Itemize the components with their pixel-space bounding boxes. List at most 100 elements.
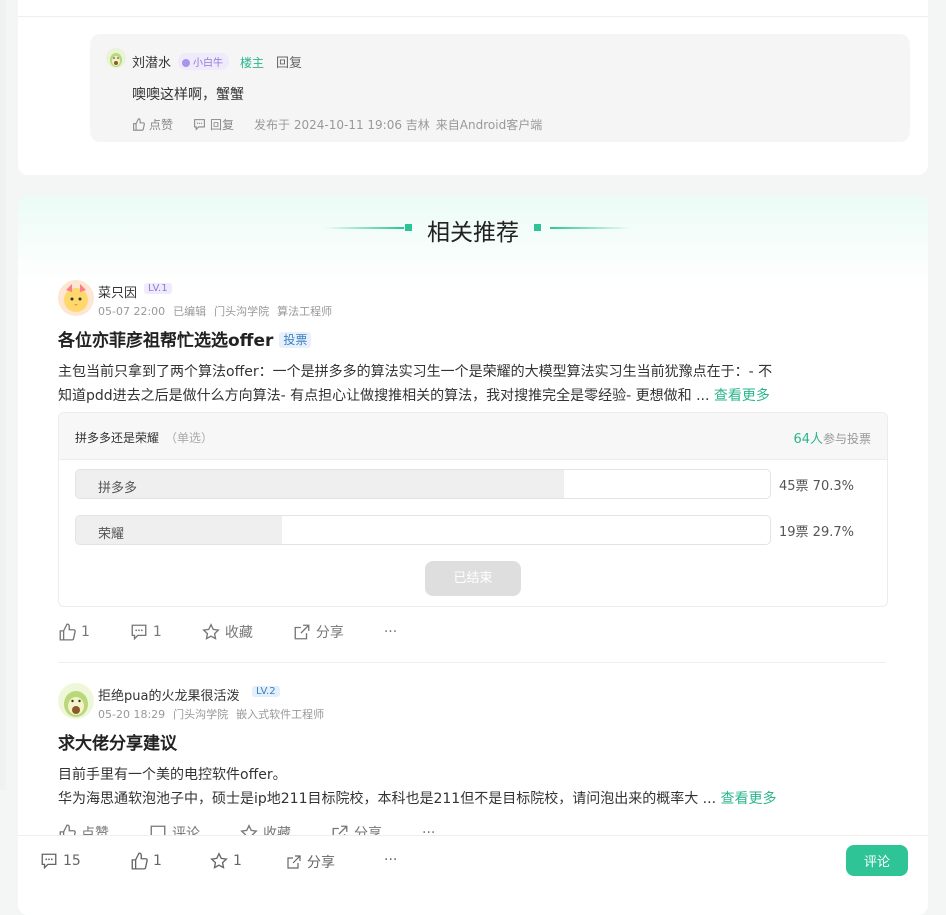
share-button[interactable]: 分享 xyxy=(293,622,344,642)
comment-count: 1 xyxy=(152,624,162,640)
see-more-link[interactable]: 查看更多 xyxy=(714,388,770,404)
poll-question: 拼多多还是荣耀 （单选） xyxy=(75,429,213,446)
more-button[interactable]: ··· xyxy=(384,852,397,868)
post-body: 主包当前只拿到了两个算法offer：一个是拼多多的算法实习生一个是荣耀的大模型算… xyxy=(58,360,888,408)
level-badge: LV.1 xyxy=(144,283,172,294)
poll-option-label: 荣耀 xyxy=(98,527,125,542)
post-date: 05-20 18:29 xyxy=(98,708,166,721)
divider xyxy=(18,16,928,17)
avatar[interactable] xyxy=(58,683,94,719)
post-meta: 05-20 18:29 门头沟学院 嵌入式软件工程师 xyxy=(98,706,332,722)
favorite-label: 收藏 xyxy=(224,625,253,641)
post-title-text: 各位亦菲彦祖帮忙选选offer xyxy=(58,331,274,351)
post-author[interactable]: 拒绝pua的火龙果很活泼 xyxy=(98,685,239,704)
poll-participants: 64人参与投票 xyxy=(793,428,871,447)
poll-option-fill xyxy=(76,470,564,498)
client-info: 来自Android客户端 xyxy=(435,118,543,132)
author-school: 门头沟学院 xyxy=(173,708,229,721)
star-icon xyxy=(210,852,228,869)
favorite-button[interactable]: 1 xyxy=(210,852,242,870)
bottom-action-bar: 15 1 1 分享 ··· 评论 xyxy=(18,835,928,885)
op-tag: 楼主 xyxy=(240,56,265,70)
poll-header: 拼多多还是荣耀 （单选） 64人参与投票 xyxy=(59,413,887,460)
poll-option-label: 拼多多 xyxy=(98,481,138,496)
favorite-count: 1 xyxy=(233,853,242,869)
poll: 拼多多还是荣耀 （单选） 64人参与投票 拼多多 45票 70.3% 荣耀 19票… xyxy=(58,412,888,607)
reply-item: 刘潜水 小白牛 楼主 回复 噢噢这样啊，蟹蟹 点赞 回复 发布于 2024-10… xyxy=(90,34,910,142)
page-edge xyxy=(0,0,6,790)
poll-option[interactable]: 荣耀 xyxy=(75,515,771,545)
post-title[interactable]: 求大佬分享建议 xyxy=(58,729,177,754)
poll-option-result: 19票 29.7% xyxy=(779,525,854,540)
poll-option-result: 45票 70.3% xyxy=(779,479,854,494)
thumb-up-icon xyxy=(131,852,148,870)
recommend-card: 相关推荐 菜只因 LV.1 05-07 22:00 已编辑 门头沟学院 算法工程师 各… xyxy=(18,195,928,915)
comment-icon xyxy=(131,624,147,641)
post-item[interactable]: 拒绝pua的火龙果很活泼 LV.2 05-20 18:29 门头沟学院 嵌入式软件工… xyxy=(58,683,888,843)
post-body-line: 目前手里有一个美的电控软件offer。 xyxy=(58,767,287,783)
star-icon xyxy=(202,623,220,640)
share-label: 分享 xyxy=(315,625,344,641)
avatar[interactable] xyxy=(106,48,126,68)
participant-count: 64人 xyxy=(793,432,823,447)
participant-suffix: 参与投票 xyxy=(822,432,871,446)
edited-flag: 已编辑 xyxy=(173,305,207,318)
reply-label: 回复 xyxy=(210,118,235,132)
reply-meta: 点赞 回复 发布于 2024-10-11 19:06 吉林 来自Android客… xyxy=(132,116,548,133)
comments-button[interactable]: 15 xyxy=(40,852,81,870)
title-deco-square-right xyxy=(534,224,541,231)
post-title[interactable]: 各位亦菲彦祖帮忙选选offer 投票 xyxy=(58,326,312,351)
level-badge: LV.2 xyxy=(252,686,280,697)
author-job: 算法工程师 xyxy=(277,305,333,318)
publish-time: 发布于 2024-10-11 19:06 吉林 xyxy=(254,118,430,132)
poll-question-text: 拼多多还是荣耀 xyxy=(75,431,160,445)
share-button[interactable]: 分享 xyxy=(286,852,335,872)
comment-button[interactable]: 评论 xyxy=(846,845,908,876)
post-item[interactable]: 菜只因 LV.1 05-07 22:00 已编辑 门头沟学院 算法工程师 各位亦菲彦祖… xyxy=(58,280,888,660)
badge-label: 小白牛 xyxy=(193,58,223,69)
reply-content: 噢噢这样啊，蟹蟹 xyxy=(132,87,244,103)
post-body-line: 知道pdd进去之后是做什么方向算法- 有点担心让做搜推相关的算法，我对搜推完全是… xyxy=(58,388,710,404)
post-body: 目前手里有一个美的电控软件offer。 华为海思通软泡池子中，硕士是ip地211… xyxy=(58,763,888,811)
thumb-up-icon xyxy=(59,623,76,641)
more-button[interactable]: ··· xyxy=(384,624,397,640)
post-author[interactable]: 菜只因 xyxy=(98,282,137,301)
see-more-link[interactable]: 查看更多 xyxy=(720,791,776,807)
badge-icon xyxy=(182,59,190,67)
share-label: 分享 xyxy=(307,855,335,871)
like-count: 1 xyxy=(153,853,162,869)
vote-tag: 投票 xyxy=(279,332,312,348)
like-count: 1 xyxy=(81,624,90,640)
like-button[interactable]: 点赞 xyxy=(132,116,173,133)
reply-button[interactable]: 回复 xyxy=(193,116,234,133)
poll-ended-button[interactable]: 已结束 xyxy=(425,561,521,596)
post-divider xyxy=(58,662,886,663)
post-date: 05-07 22:00 xyxy=(98,305,166,318)
favorite-button[interactable]: 收藏 xyxy=(202,622,253,642)
thumb-up-icon xyxy=(133,118,145,131)
author-school: 门头沟学院 xyxy=(214,305,270,318)
comment-icon xyxy=(41,853,57,870)
post-body-line: 主包当前只拿到了两个算法offer：一个是拼多多的算法实习生一个是荣耀的大模型算… xyxy=(58,364,773,380)
avatar[interactable] xyxy=(58,280,94,316)
post-meta: 05-07 22:00 已编辑 门头沟学院 算法工程师 xyxy=(98,303,340,319)
comment-button[interactable]: 1 xyxy=(130,623,162,641)
post-body-line: 华为海思通软泡池子中，硕士是ip地211目标院校，本科也是211但不是目标院校，… xyxy=(58,791,717,807)
share-icon xyxy=(287,855,301,869)
reply-username[interactable]: 刘潜水 xyxy=(132,52,171,71)
comment-icon xyxy=(194,119,205,131)
like-label: 点赞 xyxy=(149,118,174,132)
comment-card: 刘潜水 小白牛 楼主 回复 噢噢这样啊，蟹蟹 点赞 回复 发布于 2024-10… xyxy=(18,0,928,175)
user-badge: 小白牛 xyxy=(178,53,229,70)
section-title: 相关推荐 xyxy=(427,220,519,246)
poll-option[interactable]: 拼多多 xyxy=(75,469,771,499)
author-job: 嵌入式软件工程师 xyxy=(236,708,325,721)
reply-to-link[interactable]: 回复 xyxy=(276,52,302,71)
like-button[interactable]: 1 xyxy=(58,623,90,641)
title-deco-right xyxy=(550,227,630,229)
share-icon xyxy=(294,624,310,640)
post-actions: 1 1 收藏 分享 ··· xyxy=(58,622,437,642)
poll-mode: （单选） xyxy=(165,431,214,445)
like-button[interactable]: 1 xyxy=(130,852,162,870)
comments-count: 15 xyxy=(63,853,81,869)
